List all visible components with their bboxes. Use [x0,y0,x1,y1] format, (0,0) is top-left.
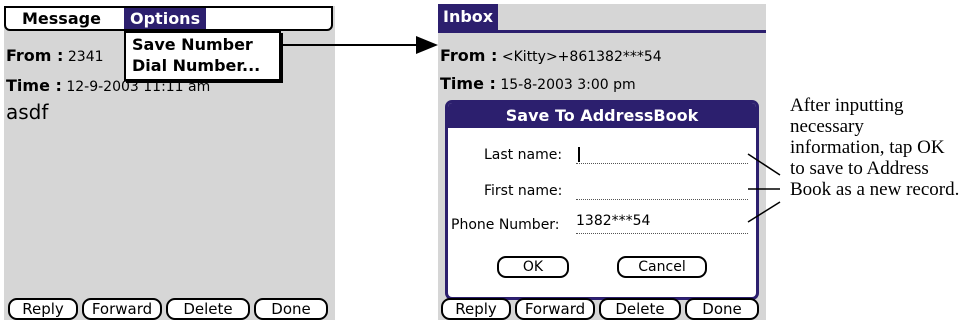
time-label: Time : [440,74,496,93]
from-row: From : <Kitty>+861382***54 [440,46,662,65]
delete-button[interactable]: Delete [166,298,250,320]
inbox-tab: Inbox [438,4,499,30]
first-name-field[interactable] [576,199,748,200]
arrow-connector [280,36,438,54]
delete-button-behind: Delete [599,298,681,320]
menu-bar: Message Options [4,6,333,31]
time-label: Time : [6,76,62,95]
phone-number-value[interactable]: 1382***54 [576,213,650,229]
phone-number-field[interactable] [576,233,748,234]
menu-message[interactable]: Message [16,8,107,29]
arrow-head-icon [416,36,438,54]
time-row: Time : 15-8-2003 3:00 pm [440,74,636,93]
text-cursor [578,147,580,162]
title-underline [438,30,766,33]
from-value: 2341 [67,49,104,65]
done-button-behind: Done [685,298,759,320]
forward-button[interactable]: Forward [82,298,162,320]
right-palm-screen: Inbox From : <Kitty>+861382***54 Time : … [438,4,766,320]
from-label: From : [6,46,64,65]
from-row: From : 2341 [6,46,104,65]
last-name-field[interactable] [576,163,748,164]
instruction-annotation: After inputting necessary information, t… [790,95,960,200]
reply-button[interactable]: Reply [8,298,78,320]
last-name-label: Last name: [484,147,563,163]
options-dropdown: Save Number Dial Number... [124,31,281,81]
time-value: 12-9-2003 11:11 am [66,79,211,95]
menu-options[interactable]: Options [124,8,207,29]
save-to-addressbook-dialog: Save To AddressBook Last name: First nam… [445,100,759,300]
time-value: 15-8-2003 3:00 pm [500,77,636,93]
reply-button-behind: Reply [441,298,511,320]
message-body: asdf [6,100,49,124]
phone-number-label: Phone Number: [451,217,560,233]
menu-item-dial-number[interactable]: Dial Number... [132,56,260,76]
forward-button-behind: Forward [515,298,595,320]
dialog-title: Save To AddressBook [448,103,756,128]
from-value: <Kitty>+861382***54 [501,49,662,65]
menu-item-save-number[interactable]: Save Number [132,35,253,55]
from-label: From : [440,46,498,65]
first-name-label: First name: [484,183,563,199]
done-button[interactable]: Done [254,298,328,320]
cancel-button[interactable]: Cancel [617,256,707,278]
ok-button[interactable]: OK [497,256,569,278]
